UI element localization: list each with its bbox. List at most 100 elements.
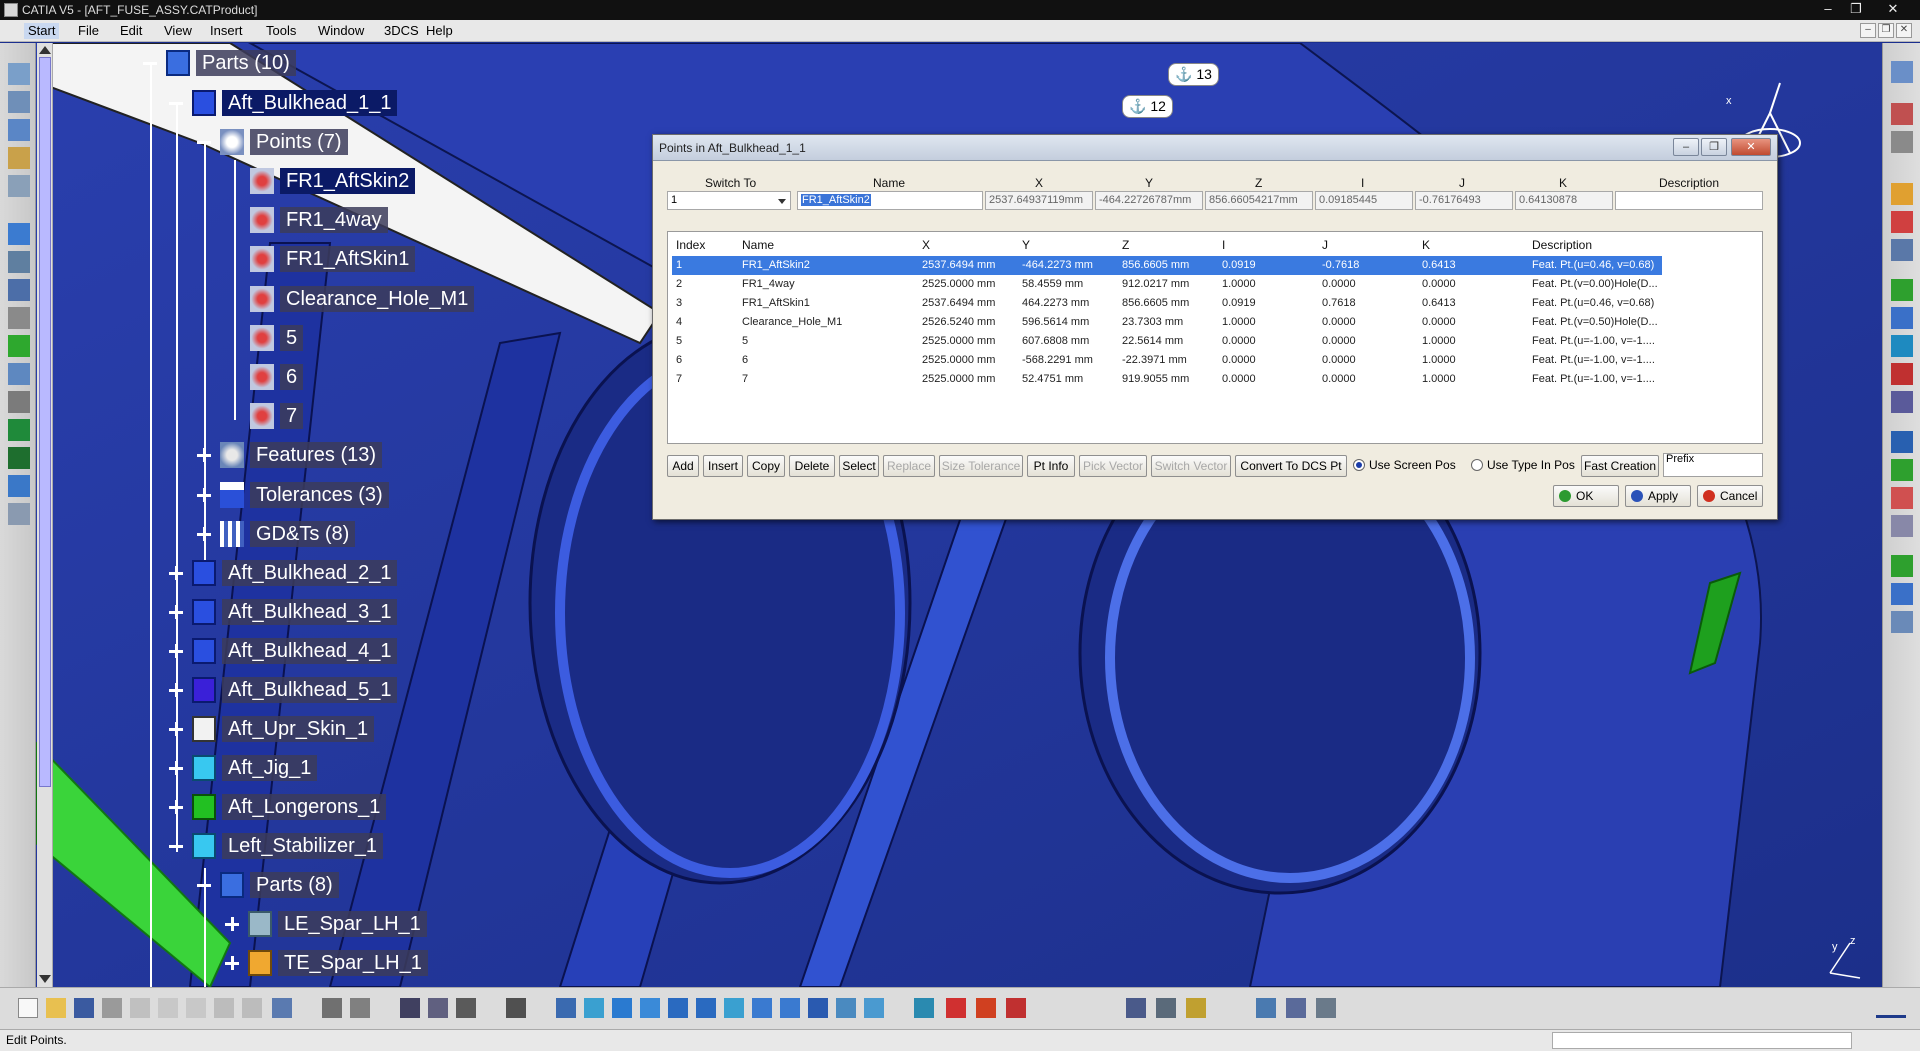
open-icon[interactable]: [46, 998, 66, 1018]
insert-button[interactable]: Insert: [703, 455, 743, 477]
j-field[interactable]: -0.76176493: [1415, 191, 1513, 210]
copy-button[interactable]: Copy: [747, 455, 785, 477]
3dcs-chart-icon[interactable]: [1891, 459, 1913, 481]
3dcs-report-icon[interactable]: [1891, 431, 1913, 453]
minimize-window-button[interactable]: –: [1815, 0, 1841, 20]
col-description[interactable]: Description: [1532, 238, 1592, 252]
cancel-button[interactable]: Cancel: [1697, 485, 1763, 507]
3dcs-point-icon[interactable]: [1891, 103, 1913, 125]
expand-icon[interactable]: [196, 447, 212, 463]
point-pin-icon[interactable]: [946, 998, 966, 1018]
switch-to-dropdown[interactable]: 1: [667, 191, 791, 210]
z-field[interactable]: 856.66054217mm: [1205, 191, 1313, 210]
collapse-icon[interactable]: [196, 877, 212, 893]
swoosh-icon[interactable]: [1006, 998, 1026, 1018]
tolerance-bubble-12[interactable]: ⚓ 12: [1122, 95, 1173, 118]
col-k[interactable]: K: [1422, 238, 1430, 252]
shading-icon[interactable]: [808, 998, 828, 1018]
box-icon[interactable]: [8, 175, 30, 197]
zoom-out-icon[interactable]: [696, 998, 716, 1018]
measure-icon[interactable]: [8, 223, 30, 245]
expand-icon[interactable]: [224, 955, 240, 971]
3dcs-export-icon[interactable]: [1891, 583, 1913, 605]
fast-creation-button[interactable]: Fast Creation: [1581, 455, 1659, 477]
use-screen-pos-radio[interactable]: [1353, 459, 1365, 471]
settings-icon[interactable]: [8, 363, 30, 385]
scroll-up-arrow[interactable]: [39, 46, 51, 54]
3dcs-gdt-icon[interactable]: [1891, 239, 1913, 261]
gear-icon[interactable]: [8, 147, 30, 169]
3dcs-tolerance-icon[interactable]: [1891, 183, 1913, 205]
k-field[interactable]: 0.64130878: [1515, 191, 1613, 210]
3dcs-simulate-icon[interactable]: [1891, 335, 1913, 357]
col-y[interactable]: Y: [1022, 238, 1030, 252]
pick-vector-button[interactable]: Pick Vector: [1079, 455, 1147, 477]
menu-insert[interactable]: Insert: [206, 23, 247, 39]
menu-file[interactable]: File: [74, 23, 103, 39]
3dcs-analyze-icon[interactable]: [1891, 307, 1913, 329]
mdi-close-button[interactable]: ✕: [1896, 23, 1912, 38]
collapse-icon[interactable]: [196, 134, 212, 150]
whats-this-icon[interactable]: [272, 998, 292, 1018]
comment-icon[interactable]: [350, 998, 370, 1018]
x-field[interactable]: 2537.64937119mm: [985, 191, 1093, 210]
print-icon[interactable]: [102, 998, 122, 1018]
link-icon[interactable]: [8, 503, 30, 525]
checkmark-icon[interactable]: [8, 335, 30, 357]
3dcs-settings-icon[interactable]: [1891, 611, 1913, 633]
col-index[interactable]: Index: [676, 238, 705, 252]
3dcs-feature-icon[interactable]: [1891, 131, 1913, 153]
swap-icon[interactable]: [864, 998, 884, 1018]
menu-help[interactable]: Help: [422, 23, 457, 39]
multi-view-icon[interactable]: [752, 998, 772, 1018]
apply-button[interactable]: Apply: [1625, 485, 1691, 507]
3dcs-measure-icon[interactable]: [1891, 279, 1913, 301]
i-field[interactable]: 0.09185445: [1315, 191, 1413, 210]
collapse-icon[interactable]: [168, 95, 184, 111]
dialog-restore-button[interactable]: ❐: [1701, 138, 1727, 156]
spreadsheet-icon[interactable]: [8, 419, 30, 441]
expand-icon[interactable]: [168, 682, 184, 698]
grid-icon[interactable]: [914, 998, 934, 1018]
col-name[interactable]: Name: [742, 238, 774, 252]
expand-icon[interactable]: [196, 526, 212, 542]
point-name-field[interactable]: FR1_AftSkin2: [797, 191, 983, 210]
cut-icon[interactable]: [130, 998, 150, 1018]
3dcs-contrib-icon[interactable]: [1891, 363, 1913, 385]
menu-window[interactable]: Window: [314, 23, 368, 39]
flip-icon[interactable]: [1126, 998, 1146, 1018]
table-row[interactable]: 5 5 2525.0000 mm 607.6808 mm 22.5614 mm 0.000…: [672, 332, 1662, 351]
paste-icon[interactable]: [186, 998, 206, 1018]
3dcs-run-icon[interactable]: [1891, 555, 1913, 577]
replace-button[interactable]: Replace: [883, 455, 935, 477]
catalog-icon[interactable]: [428, 998, 448, 1018]
hide-show-icon[interactable]: [836, 998, 856, 1018]
knowledge-icon[interactable]: [456, 998, 476, 1018]
menu-tools[interactable]: Tools: [262, 23, 300, 39]
normal-view-icon[interactable]: [724, 998, 744, 1018]
table-row[interactable]: 2 FR1_4way 2525.0000 mm 58.4559 mm 912.0217 …: [672, 275, 1662, 294]
tree-scrollbar[interactable]: [37, 43, 53, 987]
iso-view-icon[interactable]: [780, 998, 800, 1018]
scroll-down-arrow[interactable]: [39, 975, 51, 983]
dialog-close-button[interactable]: ✕: [1731, 138, 1771, 156]
col-z[interactable]: Z: [1122, 238, 1129, 252]
collapse-icon[interactable]: [142, 55, 158, 71]
battery-icon[interactable]: [1186, 998, 1206, 1018]
expand-icon[interactable]: [196, 487, 212, 503]
pt-info-button[interactable]: Pt Info: [1027, 455, 1075, 477]
fly-icon[interactable]: [556, 998, 576, 1018]
expand-icon[interactable]: [168, 760, 184, 776]
use-type-in-pos-radio[interactable]: [1471, 459, 1483, 471]
3dcs-hlm-icon[interactable]: [1891, 391, 1913, 413]
excel-icon[interactable]: [8, 447, 30, 469]
scroll-thumb[interactable]: [39, 57, 51, 787]
list-icon[interactable]: [1316, 998, 1336, 1018]
wrench-icon[interactable]: [8, 307, 30, 329]
ok-button[interactable]: OK: [1553, 485, 1619, 507]
expand-icon[interactable]: [168, 643, 184, 659]
copy-icon[interactable]: [158, 998, 178, 1018]
mdi-minimize-button[interactable]: –: [1860, 23, 1876, 38]
arrow-down-icon[interactable]: [976, 998, 996, 1018]
new-icon[interactable]: [18, 998, 38, 1018]
